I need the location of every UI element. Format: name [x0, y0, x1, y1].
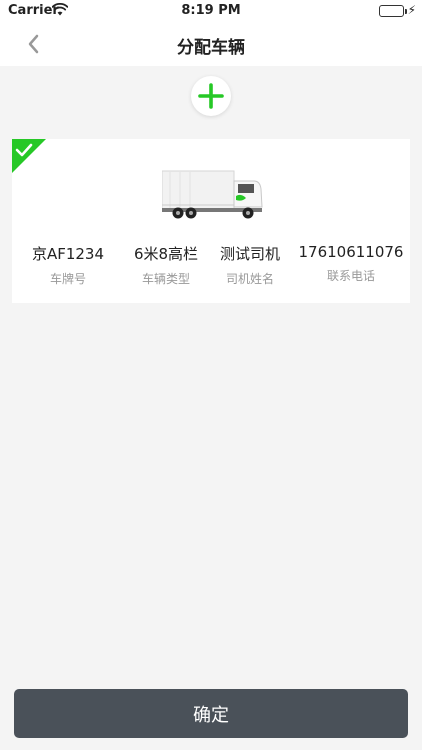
page-title: 分配车辆 [177, 38, 245, 58]
truck-image [162, 170, 263, 219]
clock-time: 8:19 PM [181, 3, 241, 18]
add-vehicle-button[interactable] [191, 76, 231, 116]
bolt-icon: ⚡ [407, 3, 416, 17]
status-bar: Carrier 8:19 PM ⚡ [0, 0, 422, 22]
driver-name-value: 测试司机 [219, 245, 280, 263]
plus-icon [198, 83, 224, 109]
vehicle-info: 京AF1234 车牌号 6米8高栏 车辆类型 测试司机 司机姓名 1761061… [12, 243, 410, 287]
plate-number-value: 京AF1234 [31, 245, 105, 263]
phone-field: 17610611076 联系电话 [292, 243, 410, 287]
driver-name-field: 测试司机 司机姓名 [208, 243, 292, 287]
vehicle-type-field: 6米8高栏 车辆类型 [124, 243, 208, 287]
phone-value: 17610611076 [298, 243, 404, 261]
phone-label: 联系电话 [326, 269, 375, 283]
battery-icon [379, 5, 407, 17]
plate-number-field: 京AF1234 车牌号 [12, 243, 124, 287]
vehicle-card[interactable]: 京AF1234 车牌号 6米8高栏 车辆类型 测试司机 司机姓名 1761061… [12, 139, 410, 303]
navigation-bar: 分配车辆 [0, 22, 422, 66]
vehicle-type-label: 车辆类型 [141, 272, 190, 286]
plate-number-label: 车牌号 [49, 272, 86, 286]
vehicle-type-value: 6米8高栏 [133, 245, 199, 263]
driver-name-label: 司机姓名 [225, 272, 274, 286]
confirm-button[interactable]: 确定 [14, 689, 408, 738]
selected-check-icon [12, 139, 46, 173]
